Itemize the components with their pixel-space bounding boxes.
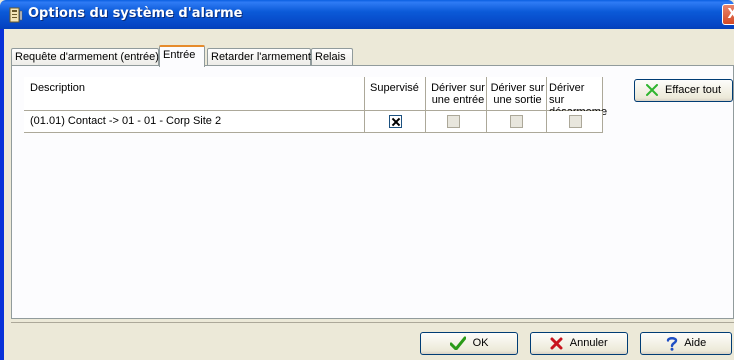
column-header-derive-input[interactable]: Dériver sur une entrée (426, 77, 487, 111)
derive-disarm-checkbox[interactable] (569, 115, 582, 128)
header-label: Supervisé (370, 82, 419, 94)
window-frame-left (0, 29, 4, 360)
footer-divider (11, 322, 734, 323)
green-x-icon (645, 84, 658, 97)
derive-input-checkbox[interactable] (447, 115, 460, 128)
red-x-icon (550, 337, 563, 350)
table-row-derive-disarm-cell (547, 111, 603, 133)
tab-label: Entrée (163, 49, 196, 61)
table-row-derive-input-cell (426, 111, 487, 133)
header-label-line2: une entrée (431, 94, 485, 106)
column-header-description[interactable]: Description (24, 77, 365, 111)
tab-label: Requête d'armement (entrée) (15, 51, 159, 63)
ok-button[interactable]: OK (420, 332, 518, 355)
row-description: (01.01) Contact -> 01 - 01 - Corp Site 2 (30, 115, 222, 127)
tab-input[interactable]: Entrée (159, 45, 205, 67)
table-row-supervised-cell (365, 111, 426, 133)
cancel-label: Annuler (569, 337, 608, 349)
clear-all-label: Effacer tout (665, 84, 722, 96)
cancel-button[interactable]: Annuler (530, 332, 628, 355)
green-check-icon (449, 336, 466, 351)
header-label-line2: une sortie (493, 94, 542, 106)
header-label-line1: Dériver sur (549, 82, 585, 106)
app-icon (9, 7, 23, 23)
help-button[interactable]: Aide (640, 332, 732, 355)
ok-label: OK (472, 337, 489, 349)
help-label: Aide (684, 337, 707, 349)
tab-label: Retarder l'armement (211, 51, 311, 63)
table-row-description[interactable]: (01.01) Contact -> 01 - 01 - Corp Site 2 (24, 111, 365, 133)
header-label: Description (30, 82, 86, 94)
inputs-grid: Description Supervisé Dériver sur une en… (24, 77, 607, 137)
tab-arming-request[interactable]: Requête d'armement (entrée) (11, 48, 159, 66)
tab-label: Relais (315, 51, 346, 63)
close-button[interactable]: X (722, 4, 734, 25)
derive-output-checkbox[interactable] (510, 115, 523, 128)
supervised-checkbox[interactable] (389, 115, 402, 128)
column-header-derive-disarm[interactable]: Dériver sur désarmeme (547, 77, 607, 118)
title-bar[interactable]: Options du système d'alarme X (0, 0, 734, 29)
table-row-derive-output-cell (487, 111, 547, 133)
header-label-line1: Dériver sur (490, 82, 545, 94)
tab-relays[interactable]: Relais (311, 48, 353, 66)
column-header-derive-output[interactable]: Dériver sur une sortie (487, 77, 547, 111)
column-header-supervised[interactable]: Supervisé (365, 77, 426, 111)
window-title: Options du système d'alarme (28, 6, 243, 21)
header-label-line1: Dériver sur (431, 82, 485, 94)
clear-all-button[interactable]: Effacer tout (634, 79, 733, 102)
blue-question-icon (666, 336, 677, 351)
close-icon: X (727, 7, 734, 22)
tab-delay-arming[interactable]: Retarder l'armement (207, 48, 311, 66)
